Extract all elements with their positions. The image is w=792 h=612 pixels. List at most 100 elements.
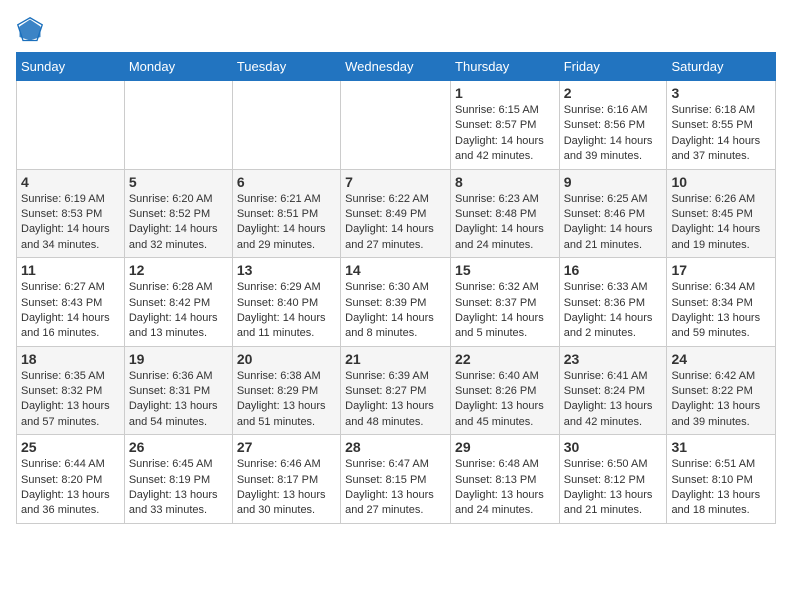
header-cell-monday: Monday <box>124 53 232 81</box>
day-number: 1 <box>455 85 555 101</box>
calendar-cell: 18 Sunrise: 6:35 AMSunset: 8:32 PMDayligh… <box>17 346 125 435</box>
day-info: Sunrise: 6:40 AMSunset: 8:26 PMDaylight:… <box>455 369 555 431</box>
day-number: 30 <box>564 439 663 455</box>
day-number: 5 <box>129 174 228 190</box>
calendar-cell: 7Sunrise: 6:22 AMSunset: 8:49 PMDaylight… <box>341 169 451 258</box>
calendar-cell: 26 Sunrise: 6:45 AMSunset: 8:19 PMDayligh… <box>124 435 232 524</box>
day-number: 28 <box>345 439 446 455</box>
header-cell-tuesday: Tuesday <box>232 53 340 81</box>
calendar-cell: 29Sunrise: 6:48 AMSunset: 8:13 PMDayligh… <box>451 435 560 524</box>
day-number: 20 <box>237 351 336 367</box>
calendar-cell: 3 Sunrise: 6:18 AMSunset: 8:55 PMDaylight… <box>667 81 776 170</box>
calendar-table: SundayMondayTuesdayWednesdayThursdayFrid… <box>16 52 776 524</box>
calendar-cell: 13Sunrise: 6:29 AMSunset: 8:40 PMDayligh… <box>232 258 340 347</box>
day-info: Sunrise: 6:21 AMSunset: 8:51 PMDaylight:… <box>237 192 336 254</box>
header-cell-friday: Friday <box>559 53 667 81</box>
day-number: 10 <box>671 174 771 190</box>
calendar-week-5: 25 Sunrise: 6:44 AMSunset: 8:20 PMDayligh… <box>17 435 776 524</box>
day-info: Sunrise: 6:39 AMSunset: 8:27 PMDaylight:… <box>345 369 446 431</box>
calendar-body: 1 Sunrise: 6:15 AMSunset: 8:57 PMDaylight… <box>17 81 776 524</box>
header-cell-thursday: Thursday <box>451 53 560 81</box>
day-info: Sunrise: 6:35 AMSunset: 8:32 PMDaylight:… <box>21 369 120 431</box>
calendar-cell: 27Sunrise: 6:46 AMSunset: 8:17 PMDayligh… <box>232 435 340 524</box>
day-info: Sunrise: 6:23 AMSunset: 8:48 PMDaylight:… <box>455 192 555 254</box>
day-number: 4 <box>21 174 120 190</box>
day-number: 18 <box>21 351 120 367</box>
day-number: 26 <box>129 439 228 455</box>
calendar-cell <box>341 81 451 170</box>
day-number: 22 <box>455 351 555 367</box>
calendar-cell: 11Sunrise: 6:27 AMSunset: 8:43 PMDayligh… <box>17 258 125 347</box>
day-info: Sunrise: 6:30 AMSunset: 8:39 PMDaylight:… <box>345 280 446 342</box>
day-info: Sunrise: 6:26 AMSunset: 8:45 PMDaylight:… <box>671 192 771 254</box>
day-info: Sunrise: 6:32 AMSunset: 8:37 PMDaylight:… <box>455 280 555 342</box>
day-number: 16 <box>564 262 663 278</box>
day-number: 17 <box>671 262 771 278</box>
day-info: Sunrise: 6:18 AMSunset: 8:55 PMDaylight:… <box>671 103 771 165</box>
calendar-cell: 19 Sunrise: 6:36 AMSunset: 8:31 PMDayligh… <box>124 346 232 435</box>
calendar-cell: 25 Sunrise: 6:44 AMSunset: 8:20 PMDayligh… <box>17 435 125 524</box>
calendar-cell: 12 Sunrise: 6:28 AMSunset: 8:42 PMDayligh… <box>124 258 232 347</box>
day-info: Sunrise: 6:15 AMSunset: 8:57 PMDaylight:… <box>455 103 555 165</box>
day-number: 21 <box>345 351 446 367</box>
day-number: 8 <box>455 174 555 190</box>
day-number: 13 <box>237 262 336 278</box>
calendar-cell: 14 Sunrise: 6:30 AMSunset: 8:39 PMDayligh… <box>341 258 451 347</box>
day-info: Sunrise: 6:41 AMSunset: 8:24 PMDaylight:… <box>564 369 663 431</box>
day-number: 7 <box>345 174 446 190</box>
calendar-cell: 1 Sunrise: 6:15 AMSunset: 8:57 PMDaylight… <box>451 81 560 170</box>
calendar-cell: 20 Sunrise: 6:38 AMSunset: 8:29 PMDayligh… <box>232 346 340 435</box>
calendar-cell: 17Sunrise: 6:34 AMSunset: 8:34 PMDayligh… <box>667 258 776 347</box>
calendar-cell <box>232 81 340 170</box>
calendar-week-1: 1 Sunrise: 6:15 AMSunset: 8:57 PMDaylight… <box>17 81 776 170</box>
calendar-cell: 23 Sunrise: 6:41 AMSunset: 8:24 PMDayligh… <box>559 346 667 435</box>
calendar-cell: 2 Sunrise: 6:16 AMSunset: 8:56 PMDaylight… <box>559 81 667 170</box>
day-number: 27 <box>237 439 336 455</box>
calendar-cell: 22 Sunrise: 6:40 AMSunset: 8:26 PMDayligh… <box>451 346 560 435</box>
calendar-week-3: 11Sunrise: 6:27 AMSunset: 8:43 PMDayligh… <box>17 258 776 347</box>
calendar-week-4: 18 Sunrise: 6:35 AMSunset: 8:32 PMDayligh… <box>17 346 776 435</box>
day-info: Sunrise: 6:48 AMSunset: 8:13 PMDaylight:… <box>455 457 555 519</box>
day-info: Sunrise: 6:36 AMSunset: 8:31 PMDaylight:… <box>129 369 228 431</box>
calendar-cell: 21 Sunrise: 6:39 AMSunset: 8:27 PMDayligh… <box>341 346 451 435</box>
calendar-cell: 10 Sunrise: 6:26 AMSunset: 8:45 PMDayligh… <box>667 169 776 258</box>
page-header <box>16 16 776 44</box>
calendar-week-2: 4 Sunrise: 6:19 AMSunset: 8:53 PMDaylight… <box>17 169 776 258</box>
day-number: 6 <box>237 174 336 190</box>
header-cell-wednesday: Wednesday <box>341 53 451 81</box>
calendar-cell: 8 Sunrise: 6:23 AMSunset: 8:48 PMDaylight… <box>451 169 560 258</box>
calendar-cell: 9 Sunrise: 6:25 AMSunset: 8:46 PMDaylight… <box>559 169 667 258</box>
day-info: Sunrise: 6:27 AMSunset: 8:43 PMDaylight:… <box>21 280 120 342</box>
calendar-cell <box>17 81 125 170</box>
day-number: 2 <box>564 85 663 101</box>
day-info: Sunrise: 6:38 AMSunset: 8:29 PMDaylight:… <box>237 369 336 431</box>
calendar-cell: 16 Sunrise: 6:33 AMSunset: 8:36 PMDayligh… <box>559 258 667 347</box>
logo <box>16 16 48 44</box>
day-number: 25 <box>21 439 120 455</box>
day-info: Sunrise: 6:19 AMSunset: 8:53 PMDaylight:… <box>21 192 120 254</box>
day-info: Sunrise: 6:16 AMSunset: 8:56 PMDaylight:… <box>564 103 663 165</box>
day-info: Sunrise: 6:51 AMSunset: 8:10 PMDaylight:… <box>671 457 771 519</box>
day-info: Sunrise: 6:47 AMSunset: 8:15 PMDaylight:… <box>345 457 446 519</box>
day-info: Sunrise: 6:45 AMSunset: 8:19 PMDaylight:… <box>129 457 228 519</box>
header-cell-sunday: Sunday <box>17 53 125 81</box>
day-number: 3 <box>671 85 771 101</box>
calendar-cell: 5Sunrise: 6:20 AMSunset: 8:52 PMDaylight… <box>124 169 232 258</box>
calendar-cell: 15Sunrise: 6:32 AMSunset: 8:37 PMDayligh… <box>451 258 560 347</box>
day-number: 19 <box>129 351 228 367</box>
day-number: 14 <box>345 262 446 278</box>
day-info: Sunrise: 6:28 AMSunset: 8:42 PMDaylight:… <box>129 280 228 342</box>
calendar-cell: 24Sunrise: 6:42 AMSunset: 8:22 PMDayligh… <box>667 346 776 435</box>
calendar-cell: 28 Sunrise: 6:47 AMSunset: 8:15 PMDayligh… <box>341 435 451 524</box>
logo-icon <box>16 16 44 44</box>
day-number: 23 <box>564 351 663 367</box>
day-number: 9 <box>564 174 663 190</box>
calendar-cell: 30Sunrise: 6:50 AMSunset: 8:12 PMDayligh… <box>559 435 667 524</box>
day-info: Sunrise: 6:25 AMSunset: 8:46 PMDaylight:… <box>564 192 663 254</box>
calendar-header: SundayMondayTuesdayWednesdayThursdayFrid… <box>17 53 776 81</box>
day-info: Sunrise: 6:44 AMSunset: 8:20 PMDaylight:… <box>21 457 120 519</box>
day-number: 12 <box>129 262 228 278</box>
day-info: Sunrise: 6:42 AMSunset: 8:22 PMDaylight:… <box>671 369 771 431</box>
day-info: Sunrise: 6:33 AMSunset: 8:36 PMDaylight:… <box>564 280 663 342</box>
calendar-cell: 31Sunrise: 6:51 AMSunset: 8:10 PMDayligh… <box>667 435 776 524</box>
